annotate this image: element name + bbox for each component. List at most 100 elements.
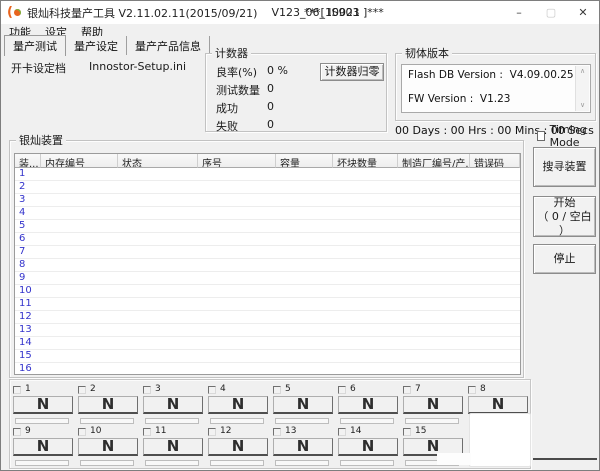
column-header-2[interactable]: 内存编号	[41, 154, 118, 168]
tab-1[interactable]: 量产测试	[4, 35, 66, 56]
slot-checkbox[interactable]	[208, 428, 216, 436]
slot-10: 10N	[78, 427, 138, 467]
slot-checkbox-row: 14	[338, 427, 398, 436]
table-row[interactable]: 15	[15, 350, 520, 363]
table-row[interactable]: 6	[15, 233, 520, 246]
watermark-line	[533, 458, 597, 460]
counter-reset-button[interactable]: 计数器归零	[320, 63, 384, 81]
counter-row-3: 成功0	[216, 100, 288, 118]
slot-number-label: 3	[155, 385, 161, 394]
slot-checkbox-row: 4	[208, 385, 268, 394]
firmware-scrollbar[interactable]: ∧ ∨	[575, 66, 589, 111]
timing-mode-label: Timing Mode	[550, 123, 599, 149]
column-header-8[interactable]: 错误码	[470, 154, 520, 168]
counter-row-label: 失败	[216, 118, 264, 136]
slot-2: 2N	[78, 385, 138, 425]
slot-1: 1N	[13, 385, 73, 425]
table-row[interactable]: 8	[15, 259, 520, 272]
slot-status: N	[273, 438, 333, 456]
close-icon[interactable]: ✕	[567, 1, 599, 24]
slot-checkbox-row: 9	[13, 427, 73, 436]
slot-checkbox[interactable]	[403, 428, 411, 436]
timing-mode-checkbox[interactable]	[537, 131, 545, 141]
tab-3[interactable]: 量产产品信息	[127, 36, 210, 55]
start-button[interactable]: 开始 （ 0 / 空白 ）	[533, 196, 596, 237]
minimize-icon[interactable]: –	[503, 1, 535, 24]
table-row[interactable]: 11	[15, 298, 520, 311]
slot-status: N	[208, 396, 268, 414]
slot-7: 7N	[403, 385, 463, 425]
search-devices-button[interactable]: 搜寻装置	[533, 147, 596, 187]
titlebar: ( 银灿科技量产工具 V2.11.02.11(2015/09/21) V123_…	[1, 1, 599, 24]
column-header-5[interactable]: 容量	[276, 154, 333, 168]
table-row[interactable]: 10	[15, 285, 520, 298]
column-header-6[interactable]: 坏块数量	[333, 154, 398, 168]
slot-number-label: 6	[350, 385, 356, 394]
row-number: 3	[15, 194, 41, 206]
slot-6: 6N	[338, 385, 398, 425]
slot-checkbox[interactable]	[273, 386, 281, 394]
app-window: ( 银灿科技量产工具 V2.11.02.11(2015/09/21) V123_…	[0, 0, 600, 471]
slot-checkbox[interactable]	[78, 428, 86, 436]
slot-number-label: 1	[25, 385, 31, 394]
table-row[interactable]: 3	[15, 194, 520, 207]
slot-checkbox[interactable]	[208, 386, 216, 394]
window-status-text: ***[ IS903 ]***	[304, 6, 384, 19]
counter-row-2: 测试数量0	[216, 82, 288, 100]
row-number: 9	[15, 272, 41, 284]
column-header-1[interactable]: 装...	[15, 154, 41, 168]
counter-row-label: 测试数量	[216, 82, 264, 100]
stop-button[interactable]: 停止	[533, 244, 596, 274]
slot-checkbox[interactable]	[403, 386, 411, 394]
start-button-label: 开始	[554, 196, 576, 210]
config-file-value: Innostor-Setup.ini	[89, 60, 186, 73]
counter-row-value: 0 %	[267, 64, 288, 82]
slot-checkbox-row: 13	[273, 427, 333, 436]
slot-checkbox[interactable]	[143, 428, 151, 436]
table-row[interactable]: 13	[15, 324, 520, 337]
table-row[interactable]: 1	[15, 168, 520, 181]
slot-number-label: 9	[25, 427, 31, 436]
slot-11: 11N	[143, 427, 203, 467]
slot-checkbox[interactable]	[338, 386, 346, 394]
slot-checkbox-row: 8	[468, 385, 528, 394]
timing-mode-control: Timing Mode	[537, 123, 599, 149]
column-header-4[interactable]: 序号	[198, 154, 276, 168]
slot-checkbox[interactable]	[468, 386, 476, 394]
slot-number-label: 4	[220, 385, 226, 394]
slot-checkbox-row: 7	[403, 385, 463, 394]
slot-checkbox[interactable]	[273, 428, 281, 436]
slot-status: N	[143, 396, 203, 414]
slot-checkbox[interactable]	[78, 386, 86, 394]
slot-status: N	[13, 438, 73, 456]
scroll-up-icon[interactable]: ∧	[580, 68, 585, 75]
table-row[interactable]: 4	[15, 207, 520, 220]
table-row[interactable]: 16	[15, 363, 520, 375]
slot-progress-bar	[80, 418, 134, 424]
maximize-icon[interactable]: ▢	[535, 1, 567, 24]
table-row[interactable]: 2	[15, 181, 520, 194]
slot-5: 5N	[273, 385, 333, 425]
slot-checkbox[interactable]	[338, 428, 346, 436]
slot-progress-bar	[275, 418, 329, 424]
column-header-7[interactable]: 制造厂编号/产...	[398, 154, 470, 168]
slot-checkbox[interactable]	[13, 428, 21, 436]
slot-progress-bar	[340, 460, 394, 466]
row-number: 4	[15, 207, 41, 219]
table-row[interactable]: 5	[15, 220, 520, 233]
column-header-3[interactable]: 状态	[118, 154, 198, 168]
slot-status: N	[338, 438, 398, 456]
table-row[interactable]: 7	[15, 246, 520, 259]
obscured-slot-area	[469, 413, 531, 467]
table-row[interactable]: 12	[15, 311, 520, 324]
slot-checkbox[interactable]	[13, 386, 21, 394]
table-row[interactable]: 9	[15, 272, 520, 285]
slot-number-label: 8	[480, 385, 486, 394]
slot-checkbox-row: 6	[338, 385, 398, 394]
slot-checkbox[interactable]	[143, 386, 151, 394]
table-row[interactable]: 14	[15, 337, 520, 350]
tab-2[interactable]: 量产设定	[66, 36, 127, 55]
slot-status: N	[78, 396, 138, 414]
scroll-down-icon[interactable]: ∨	[580, 102, 585, 109]
slot-number-label: 2	[90, 385, 96, 394]
